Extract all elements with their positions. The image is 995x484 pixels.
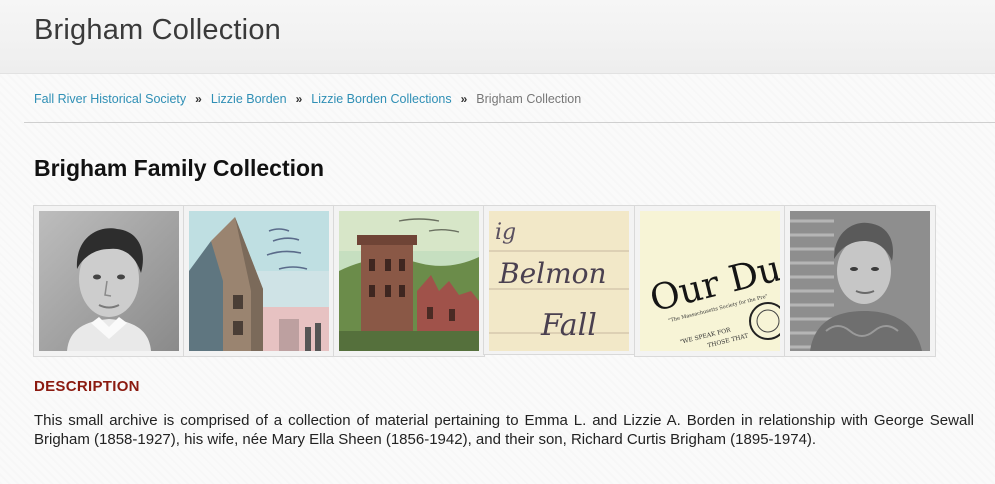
stone-building-postcard-icon [189,211,329,351]
breadcrumb: Fall River Historical Society » Lizzie Bor… [34,92,581,106]
breadcrumb-link-lizzie-borden-collections[interactable]: Lizzie Borden Collections [311,92,451,106]
our-dumb-animals-masthead-icon: Our Du "The Massachusetts Society for th… [640,211,780,351]
letter-line1: ig [495,220,516,245]
divider [24,122,995,123]
page-title: Brigham Family Collection [34,155,325,181]
site-title: Brigham Collection [34,14,281,46]
breadcrumb-separator: » [195,92,202,106]
portrait-boy-photo-icon [39,211,179,351]
gallery-thumb-castle-postcard[interactable] [333,205,485,357]
breadcrumb-link-fall-river-historical-society[interactable]: Fall River Historical Society [34,92,186,106]
description-heading: DESCRIPTION [34,378,140,395]
breadcrumb-separator: » [295,92,303,106]
description-text: This small archive is comprised of a col… [34,412,974,448]
breadcrumb-link-lizzie-borden[interactable]: Lizzie Borden [211,92,287,106]
castle-tower-postcard-icon [339,211,479,351]
gallery-thumb-woman-portrait[interactable] [784,205,936,357]
gallery-thumb-boy-portrait[interactable] [33,205,185,357]
gallery-thumb-letter[interactable]: ig Belmon Fall [483,205,635,355]
breadcrumb-separator: » [460,92,468,106]
breadcrumb-current: Brigham Collection [476,92,582,106]
gallery-thumb-building-postcard[interactable] [183,205,335,357]
letter-line2: Belmon [498,257,607,290]
portrait-woman-photo-icon [790,211,930,351]
page-header: Brigham Collection [0,0,995,74]
gallery-thumb-masthead[interactable]: Our Du "The Massachusetts Society for th… [634,205,786,357]
handwritten-letter-icon: ig Belmon Fall [489,211,629,351]
letter-line3: Fall [540,308,597,343]
